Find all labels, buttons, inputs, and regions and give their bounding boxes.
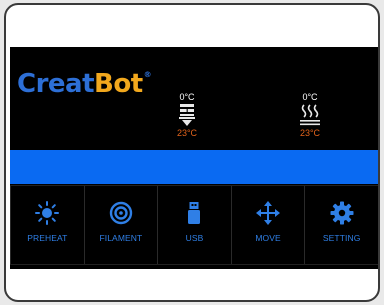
filament-spool-icon xyxy=(109,201,133,225)
bed-temperature: 0°C 23°C xyxy=(280,91,340,139)
menu-preheat-button[interactable]: PREHEAT xyxy=(10,186,85,264)
heated-bed-icon xyxy=(280,103,340,127)
menu-filament-button[interactable]: FILAMENT xyxy=(85,186,159,264)
menu-preheat-label: PREHEAT xyxy=(27,233,68,243)
nozzle-icon: 1 xyxy=(157,103,217,127)
main-menu: PREHEAT FILAMENT USB MOVE SETTING xyxy=(10,185,378,265)
menu-usb-label: USB xyxy=(185,233,204,243)
device-bezel: CreatBot® 0°C 1 23°C 0°C 23°C PREHEAT FI… xyxy=(4,3,380,302)
sun-icon xyxy=(35,201,60,225)
creatbot-logo: CreatBot® xyxy=(17,69,152,99)
status-bar xyxy=(10,150,378,184)
menu-setting-button[interactable]: SETTING xyxy=(305,186,378,264)
bed-target-temp: 0°C xyxy=(302,92,318,102)
menu-setting-label: SETTING xyxy=(322,233,361,243)
menu-filament-label: FILAMENT xyxy=(99,233,143,243)
extruder-target-temp: 0°C xyxy=(179,92,195,102)
menu-usb-button[interactable]: USB xyxy=(158,186,232,264)
extruder-temperature: 0°C 1 23°C xyxy=(157,91,217,139)
menu-move-label: MOVE xyxy=(255,233,281,243)
move-arrows-icon xyxy=(256,201,281,225)
gear-icon xyxy=(330,201,354,225)
bed-current-temp: 23°C xyxy=(299,128,321,138)
menu-move-button[interactable]: MOVE xyxy=(232,186,306,264)
extruder-current-temp: 23°C xyxy=(176,128,198,138)
usb-stick-icon xyxy=(182,201,206,225)
lcd-screen: CreatBot® 0°C 1 23°C 0°C 23°C PREHEAT FI… xyxy=(10,47,378,269)
extruder-number: 1 xyxy=(185,106,190,115)
